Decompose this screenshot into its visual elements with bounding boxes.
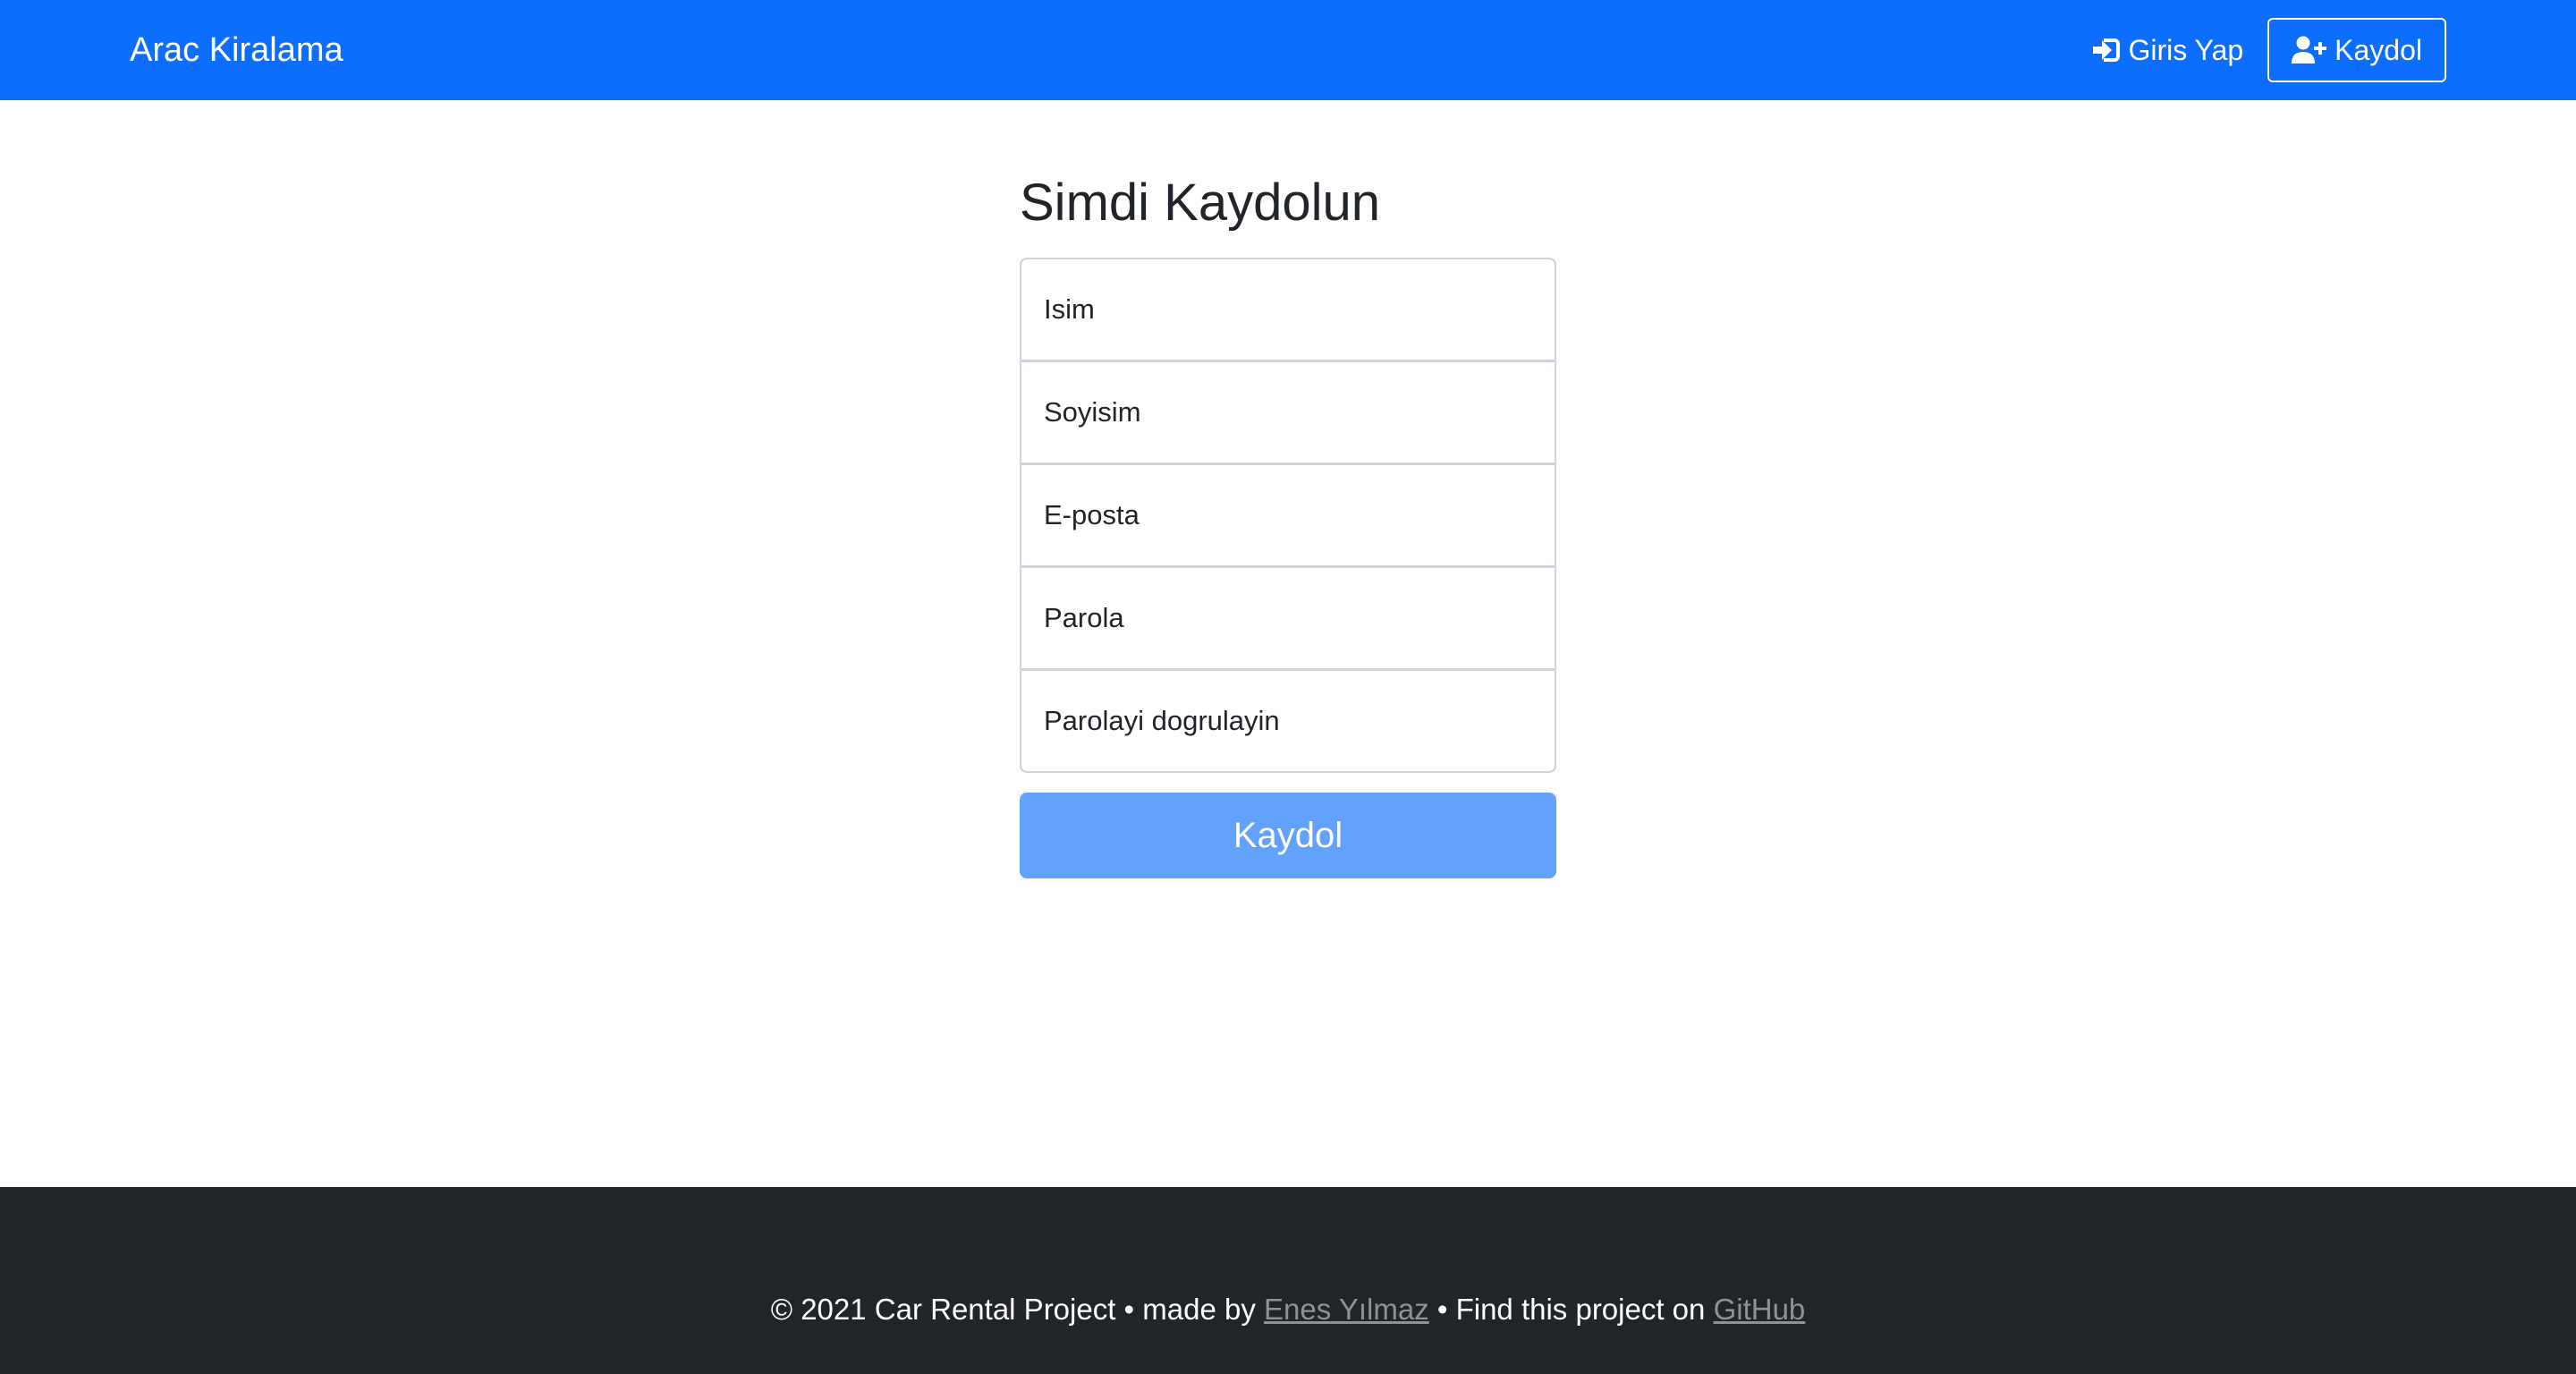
user-plus-icon <box>2292 36 2327 64</box>
sign-in-icon <box>2091 37 2122 64</box>
brand-link[interactable]: Arac Kiralama <box>130 0 343 100</box>
top-navbar: Arac Kiralama Giris Yap Kaydol <box>0 0 2576 100</box>
confirm-password-field[interactable] <box>1020 669 1556 773</box>
last-name-field[interactable] <box>1020 360 1556 464</box>
footer-copyright: © 2021 Car Rental Project • made by <box>770 1293 1256 1326</box>
footer: © 2021 Car Rental Project • made by Enes… <box>0 1187 2576 1374</box>
github-link[interactable]: GitHub <box>1714 1293 1806 1326</box>
email-field[interactable] <box>1020 463 1556 567</box>
password-field[interactable] <box>1020 566 1556 670</box>
login-link[interactable]: Giris Yap <box>2091 33 2244 67</box>
page-title: Simdi Kaydolun <box>1020 174 1380 232</box>
navbar-actions: Giris Yap Kaydol <box>2091 16 2446 84</box>
register-form <box>1020 258 1556 773</box>
register-nav-button[interactable]: Kaydol <box>2267 18 2446 82</box>
first-name-field[interactable] <box>1020 258 1556 361</box>
register-nav-label: Kaydol <box>2334 33 2422 66</box>
register-submit-button[interactable]: Kaydol <box>1020 793 1556 878</box>
author-link[interactable]: Enes Yılmaz <box>1264 1293 1429 1326</box>
footer-find-text: • Find this project on <box>1436 1293 1706 1326</box>
login-label: Giris Yap <box>2128 33 2244 66</box>
footer-text: © 2021 Car Rental Project • made by Enes… <box>0 1293 2576 1327</box>
